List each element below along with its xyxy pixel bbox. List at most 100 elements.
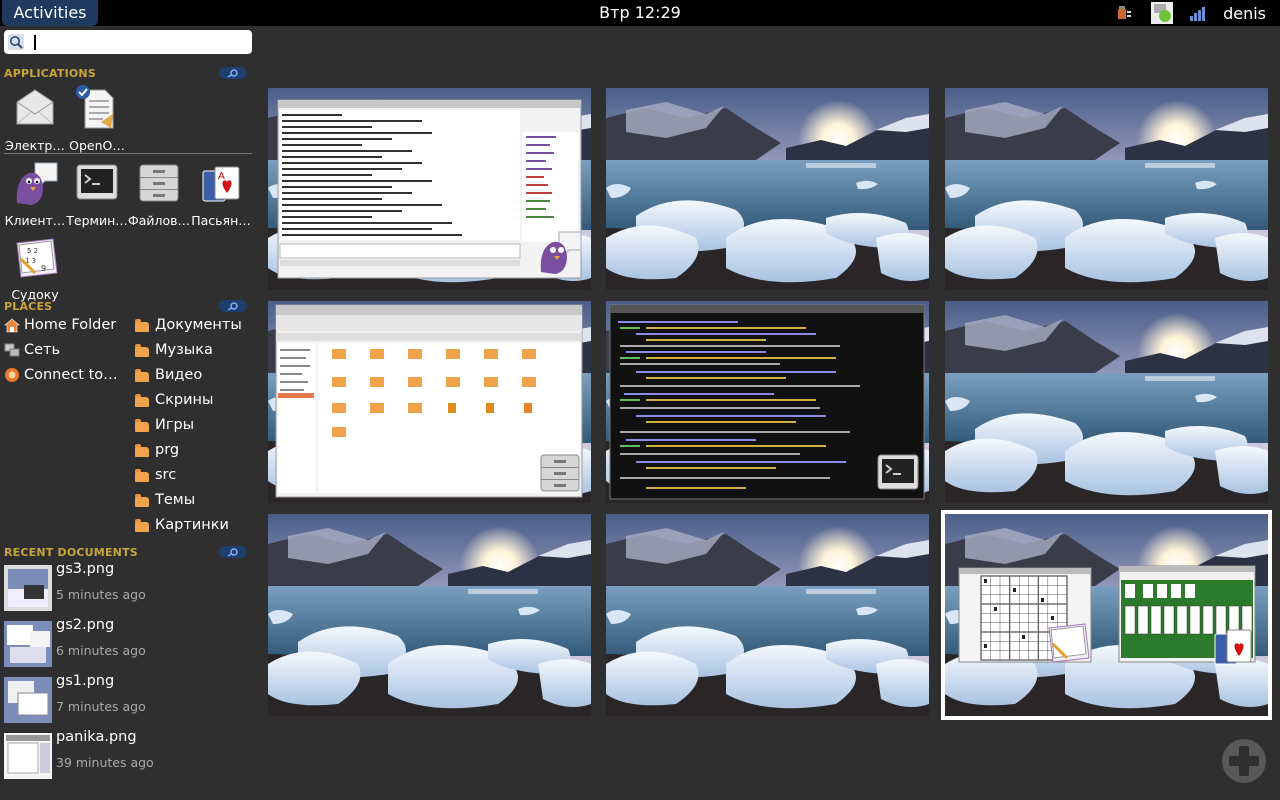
recent-document[interactable]: gs2.png 6 minutes ago <box>4 617 254 675</box>
recent-more-button[interactable] <box>219 546 247 558</box>
svg-text:9: 9 <box>41 264 46 273</box>
app-label: Клиент… <box>4 213 66 228</box>
terminal-icon <box>877 454 919 490</box>
magnifier-icon <box>227 69 238 78</box>
wallpaper <box>945 88 1268 290</box>
place-folder-themes[interactable]: Темы <box>133 490 195 510</box>
workspace-5[interactable] <box>606 301 929 503</box>
place-label: Музыка <box>155 342 213 358</box>
section-divider <box>4 153 252 154</box>
document-thumbnail <box>4 565 52 611</box>
workspace-8[interactable] <box>606 514 929 716</box>
activities-button[interactable]: Activities <box>2 0 98 26</box>
place-label: Сеть <box>24 342 61 358</box>
workspace-7[interactable] <box>268 514 591 716</box>
clock-label[interactable]: Втр 12:29 <box>599 3 681 22</box>
places-section-title: PLACES <box>4 300 53 313</box>
place-folder-documents[interactable]: Документы <box>133 315 242 335</box>
workspace-6[interactable] <box>945 301 1268 503</box>
place-folder-screens[interactable]: Скрины <box>133 390 213 410</box>
place-home-folder[interactable]: Home Folder <box>4 315 116 335</box>
recent-document-time: 39 minutes ago <box>56 755 154 770</box>
place-connect-to-server[interactable]: Connect to… <box>4 365 118 385</box>
folder-icon <box>135 443 149 457</box>
app-label: Пасьян… <box>191 213 251 228</box>
place-folder-music[interactable]: Музыка <box>133 340 213 360</box>
app-pidgin[interactable]: Клиент… <box>4 159 66 228</box>
app-label: Файлов… <box>128 213 190 228</box>
workspace-9[interactable] <box>941 510 1272 720</box>
playing-cards-icon <box>1214 629 1252 665</box>
wallpaper <box>268 514 591 716</box>
sudoku-window-thumbnail[interactable] <box>945 514 1268 716</box>
workspace-3[interactable] <box>945 88 1268 290</box>
clock: Втр 12:29 <box>0 0 1280 25</box>
wallpaper <box>606 514 929 716</box>
place-network[interactable]: Сеть <box>4 340 60 360</box>
magnifier-icon <box>227 302 238 311</box>
text-cursor <box>34 35 36 50</box>
place-label: Документы <box>155 317 242 333</box>
sudoku-icon: 5 21 39 <box>16 238 58 278</box>
recent-document[interactable]: panika.png 39 minutes ago <box>4 729 254 787</box>
wallpaper <box>945 301 1268 503</box>
app-file-manager[interactable]: Файлов… <box>128 159 190 228</box>
folder-icon <box>135 393 149 407</box>
places-more-button[interactable] <box>219 300 247 312</box>
place-label: Игры <box>155 417 195 433</box>
place-label: Темы <box>155 492 196 508</box>
app-terminal[interactable]: Термин… <box>66 159 128 228</box>
system-tray: denis <box>1115 0 1280 26</box>
folder-icon <box>135 468 149 482</box>
recent-document[interactable]: gs1.png 7 minutes ago <box>4 673 254 731</box>
document-thumbnail <box>4 621 52 667</box>
folder-icon <box>135 368 149 382</box>
folder-icon <box>135 318 149 332</box>
app-solitaire[interactable]: A Пасьян… <box>190 159 252 228</box>
place-label: Видео <box>155 367 203 383</box>
place-folder-pictures[interactable]: Картинки <box>133 515 229 535</box>
applications-more-button[interactable] <box>219 67 247 79</box>
workspace-1[interactable] <box>268 88 591 290</box>
svg-text:5 2: 5 2 <box>27 247 38 255</box>
folder-icon <box>135 418 149 432</box>
chat-status-icon[interactable] <box>1151 0 1174 26</box>
place-folder-games[interactable]: Игры <box>133 415 194 435</box>
document-thumbnail <box>4 733 52 779</box>
recent-document-name: gs3.png <box>56 561 115 577</box>
place-folder-video[interactable]: Видео <box>133 365 202 385</box>
signal-strength-icon[interactable] <box>1189 0 1207 26</box>
place-label: src <box>155 467 177 483</box>
dash-sidebar: APPLICATIONS Электр… OpenO… Клиент… Терм… <box>0 26 258 800</box>
svg-text:A: A <box>218 171 225 182</box>
file-cabinet-icon <box>139 164 179 202</box>
workspace-2[interactable] <box>606 88 929 290</box>
recent-document[interactable]: gs3.png 5 minutes ago <box>4 561 254 619</box>
app-email[interactable]: Электр… <box>4 84 66 153</box>
power-icon[interactable] <box>1115 0 1135 26</box>
search-icon <box>8 34 24 50</box>
recent-documents-section-title: RECENT DOCUMENTS <box>4 546 138 559</box>
applications-section-title: APPLICATIONS <box>4 67 96 80</box>
add-workspace-button[interactable] <box>1220 737 1268 785</box>
user-menu[interactable]: denis <box>1223 4 1266 23</box>
recent-document-time: 6 minutes ago <box>56 643 146 658</box>
magnifier-icon <box>227 548 238 557</box>
mail-envelope-icon <box>16 89 54 125</box>
search-input[interactable] <box>4 30 252 54</box>
recent-document-time: 5 minutes ago <box>56 587 146 602</box>
recent-document-name: gs1.png <box>56 673 115 689</box>
folder-icon <box>135 518 149 532</box>
top-panel: Activities Втр 12:29 denis <box>0 0 1280 26</box>
app-openoffice[interactable]: OpenO… <box>66 84 128 153</box>
app-label: Электр… <box>5 138 65 153</box>
connect-server-icon <box>5 368 19 382</box>
place-folder-src[interactable]: src <box>133 465 176 485</box>
workspace-4[interactable] <box>268 301 591 503</box>
folder-icon <box>135 493 149 507</box>
app-sudoku[interactable]: 5 21 39 Судоку <box>4 233 66 302</box>
place-folder-prg[interactable]: prg <box>133 440 179 460</box>
file-cabinet-icon <box>540 454 580 492</box>
place-label: Home Folder <box>24 317 117 333</box>
place-label: Картинки <box>155 517 229 533</box>
